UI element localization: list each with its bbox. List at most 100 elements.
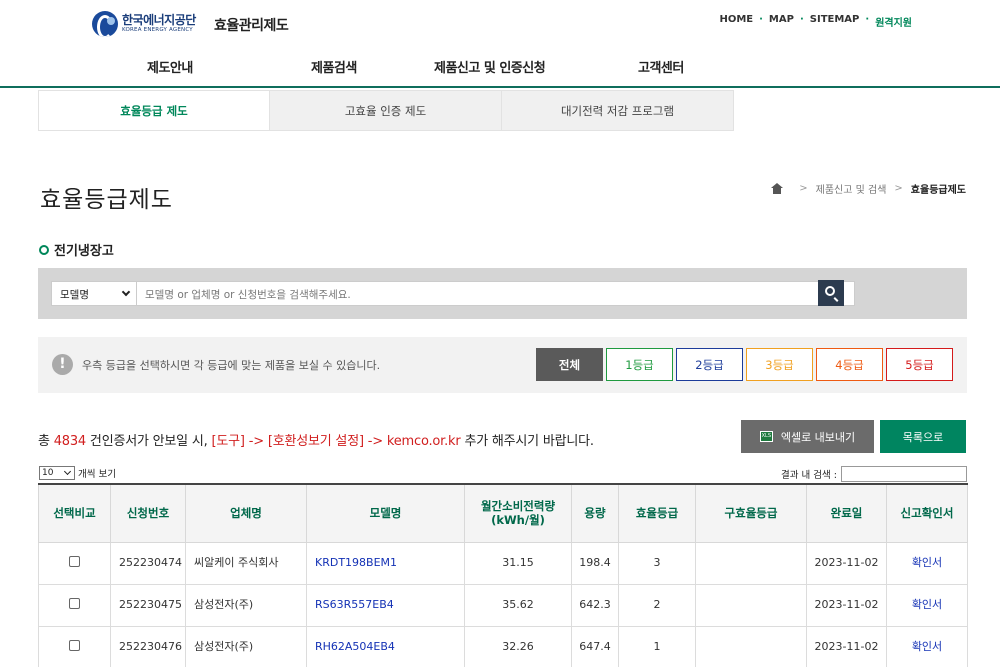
in-result-search: 결과 내 검색 : [781, 466, 967, 482]
cell-cert-link[interactable]: 확인서 [886, 541, 968, 585]
nav-item-report-certification[interactable]: 제품신고 및 인증신청 [434, 57, 546, 76]
grade-button-all[interactable]: 전체 [536, 348, 603, 381]
sub-tabs: 효율등급 제도 고효율 인증 제도 대기전력 저감 프로그램 [38, 90, 734, 131]
table-row: 252230476 삼성전자(주) RH62A504EB4 32.26 647.… [38, 625, 968, 667]
cell-cert-link[interactable]: 확인서 [886, 625, 968, 667]
cell-power: 32.26 [464, 625, 572, 667]
nav-item-system-guide[interactable]: 제도안내 [147, 57, 193, 76]
breadcrumb-current: 효율등급제도 [910, 185, 966, 196]
utility-nav: HOME · MAP · SITEMAP · 원격지원 [719, 14, 912, 29]
logo-org-name: 한국에너지공단 [122, 13, 196, 28]
grade-button-1[interactable]: 1등급 [606, 348, 673, 381]
col-header-company[interactable]: 업체명 [185, 483, 307, 543]
col-header-model[interactable]: 모델명 [306, 483, 465, 543]
cell-app-no: 252230475 [110, 583, 186, 627]
cell-model-link[interactable]: RH62A504EB4 [306, 625, 465, 667]
col-header-old-grade[interactable]: 구효율등급 [695, 483, 807, 543]
util-link-remote-support[interactable]: 원격지원 [875, 14, 912, 29]
col-header-app-no[interactable]: 신청번호 [110, 483, 186, 543]
col-header-capacity[interactable]: 용량 [571, 483, 619, 543]
excel-icon: XLS [759, 431, 773, 442]
page-size-control: 10 개씩 보기 [39, 466, 116, 480]
table-row: 252230474 씨알케이 주식회사 KRDT198BEM1 31.15 19… [38, 541, 968, 585]
tab-standby-power[interactable]: 대기전력 저감 프로그램 [502, 90, 734, 131]
info-icon: ! [52, 354, 73, 375]
grade-filter-hint: 우측 등급을 선택하시면 각 등급에 맞는 제품을 보실 수 있습니다. [82, 359, 381, 372]
tab-efficiency-grade[interactable]: 효율등급 제도 [38, 90, 270, 131]
breadcrumb: > 제품신고 및 검색 > 효율등급제도 [771, 181, 966, 196]
search-icon [825, 286, 835, 296]
chevron-down-icon [121, 287, 131, 297]
cell-capacity: 198.4 [571, 541, 619, 585]
util-link-sitemap[interactable]: SITEMAP [810, 14, 860, 29]
cell-old-grade [695, 625, 807, 667]
back-to-list-button[interactable]: 목록으로 [880, 420, 966, 453]
cell-company: 삼성전자(주) [185, 625, 307, 667]
col-header-grade[interactable]: 효율등급 [618, 483, 696, 543]
breadcrumb-item[interactable]: 제품신고 및 검색 [816, 181, 887, 196]
result-count: 4834 [53, 434, 86, 449]
tab-high-efficiency[interactable]: 고효율 인증 제도 [270, 90, 502, 131]
chevron-down-icon [63, 467, 72, 476]
compare-checkbox[interactable] [69, 555, 80, 567]
grade-button-5[interactable]: 5등급 [886, 348, 953, 381]
search-button[interactable] [818, 280, 844, 306]
grade-button-4[interactable]: 4등급 [816, 348, 883, 381]
cell-old-grade [695, 583, 807, 627]
cell-capacity: 647.4 [571, 625, 619, 667]
page-title: 효율등급제도 [40, 187, 173, 213]
in-result-search-input[interactable] [841, 466, 967, 482]
table-row: 252230475 삼성전자(주) RS63R557EB4 35.62 642.… [38, 583, 968, 627]
compare-checkbox[interactable] [69, 597, 80, 609]
page-size-select[interactable]: 10 [39, 466, 75, 480]
nav-item-customer-center[interactable]: 고객센터 [638, 57, 684, 76]
logo-org-name-en: KOREA ENERGY AGENCY [122, 27, 193, 34]
cell-date: 2023-11-02 [806, 625, 887, 667]
category-heading: 전기냉장고 [39, 240, 114, 259]
col-header-compare: 선택비교 [38, 483, 111, 543]
cell-date: 2023-11-02 [806, 541, 887, 585]
product-table: 선택비교 신청번호 업체명 모델명 월간소비전력량(kWh/월) 용량 효율등급… [38, 483, 968, 667]
grade-button-3[interactable]: 3등급 [746, 348, 813, 381]
main-nav: 제도안내 제품검색 제품신고 및 인증신청 고객센터 [0, 48, 1000, 88]
home-icon[interactable] [771, 183, 784, 194]
cell-power: 35.62 [464, 583, 572, 627]
cell-company: 삼성전자(주) [185, 583, 307, 627]
util-link-home[interactable]: HOME [719, 14, 753, 29]
table-header-row: 선택비교 신청번호 업체명 모델명 월간소비전력량(kWh/월) 용량 효율등급… [38, 483, 968, 543]
cell-date: 2023-11-02 [806, 583, 887, 627]
compat-setting-path: [도구] -> [호환성보기 설정] -> kemco.or.kr [211, 434, 461, 449]
col-header-monthly-power[interactable]: 월간소비전력량(kWh/월) [464, 483, 572, 543]
cell-model-link[interactable]: KRDT198BEM1 [306, 541, 465, 585]
cell-power: 31.15 [464, 541, 572, 585]
col-header-cert: 신고확인서 [886, 483, 968, 543]
page-size-label: 개씩 보기 [78, 469, 116, 480]
search-field-select[interactable]: 모델명 [51, 281, 137, 306]
cell-grade: 2 [618, 583, 696, 627]
cell-company: 씨알케이 주식회사 [185, 541, 307, 585]
grade-filter: ! 우측 등급을 선택하시면 각 등급에 맞는 제품을 보실 수 있습니다. 전… [38, 337, 967, 393]
search-bar: 모델명 모델명 or 업체명 or 신청번호을 검색해주세요. [38, 268, 967, 319]
bullet-circle-icon [39, 244, 49, 255]
cell-app-no: 252230474 [110, 541, 186, 585]
compare-checkbox[interactable] [69, 639, 80, 651]
search-input[interactable]: 모델명 or 업체명 or 신청번호을 검색해주세요. [137, 281, 855, 306]
result-notice: 총 4834 건인증서가 안보일 시, [도구] -> [호환성보기 설정] -… [38, 434, 594, 449]
nav-item-product-search[interactable]: 제품검색 [311, 57, 357, 76]
cell-capacity: 642.3 [571, 583, 619, 627]
util-link-map[interactable]: MAP [769, 14, 794, 29]
cell-grade: 1 [618, 625, 696, 667]
cell-grade: 3 [618, 541, 696, 585]
kea-logo-icon [92, 11, 118, 37]
export-excel-button[interactable]: XLS 엑셀로 내보내기 [741, 420, 874, 453]
category-label: 전기냉장고 [54, 244, 114, 259]
cell-old-grade [695, 541, 807, 585]
col-header-date[interactable]: 완료일 [806, 483, 887, 543]
in-result-search-label: 결과 내 검색 : [781, 470, 837, 481]
cell-app-no: 252230476 [110, 625, 186, 667]
site-title[interactable]: 효율관리제도 [214, 15, 289, 35]
grade-button-2[interactable]: 2등급 [676, 348, 743, 381]
cell-cert-link[interactable]: 확인서 [886, 583, 968, 627]
cell-model-link[interactable]: RS63R557EB4 [306, 583, 465, 627]
kea-logo[interactable]: 한국에너지공단 KOREA ENERGY AGENCY [92, 11, 196, 37]
